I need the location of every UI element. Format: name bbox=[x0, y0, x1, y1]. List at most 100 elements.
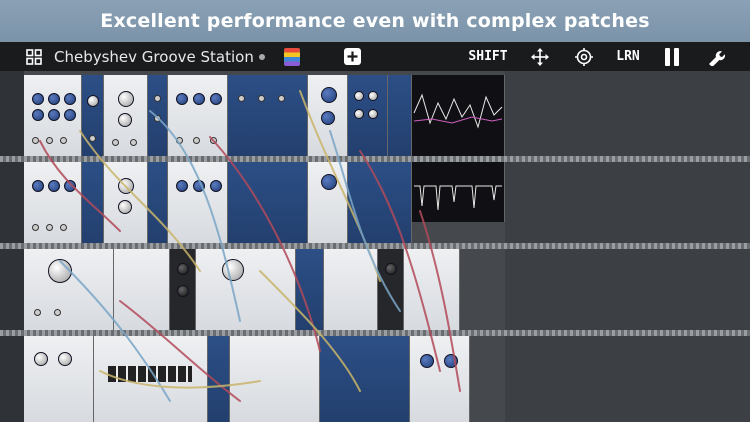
voice-module[interactable] bbox=[170, 249, 196, 330]
amount-knob[interactable] bbox=[321, 111, 335, 125]
wrench-icon[interactable] bbox=[706, 42, 726, 71]
jack[interactable] bbox=[210, 137, 217, 144]
jack[interactable] bbox=[176, 137, 183, 144]
quantizer-module[interactable] bbox=[208, 336, 230, 422]
jack[interactable] bbox=[60, 224, 67, 231]
platinum-module[interactable] bbox=[410, 336, 470, 422]
jack[interactable] bbox=[89, 135, 96, 142]
lfo-module[interactable] bbox=[82, 162, 104, 243]
module-rack[interactable] bbox=[0, 71, 750, 422]
target-icon[interactable] bbox=[574, 42, 594, 71]
fine-knob[interactable] bbox=[48, 180, 60, 192]
filter-module[interactable] bbox=[104, 162, 148, 243]
level-knob[interactable] bbox=[177, 263, 189, 275]
kick-drum-module[interactable] bbox=[24, 249, 114, 330]
jack[interactable] bbox=[112, 139, 119, 146]
decay-knob[interactable] bbox=[177, 285, 189, 297]
resonance-knob[interactable] bbox=[118, 113, 132, 127]
mixer-module[interactable] bbox=[320, 336, 410, 422]
step-knob[interactable] bbox=[354, 91, 364, 101]
drum-utility-module[interactable] bbox=[324, 249, 378, 330]
envelope-module[interactable] bbox=[148, 75, 168, 156]
mix-knob[interactable] bbox=[210, 180, 222, 192]
scope-module[interactable] bbox=[412, 162, 505, 222]
jack[interactable] bbox=[278, 95, 285, 102]
shift-button[interactable]: SHIFT bbox=[466, 42, 510, 71]
learn-button[interactable]: LRN bbox=[614, 42, 642, 71]
jack[interactable] bbox=[32, 224, 39, 231]
tone-knob[interactable] bbox=[222, 259, 244, 281]
add-module-icon[interactable] bbox=[342, 42, 362, 71]
rate-knob[interactable] bbox=[87, 95, 99, 107]
wave-knob[interactable] bbox=[64, 93, 76, 105]
pitch-knob[interactable] bbox=[48, 259, 72, 283]
drive-knob[interactable] bbox=[176, 180, 188, 192]
sample-hold-module[interactable] bbox=[296, 249, 324, 330]
scope-module[interactable] bbox=[412, 75, 505, 156]
mixer-module[interactable] bbox=[388, 75, 412, 156]
pause-icon[interactable] bbox=[662, 42, 682, 71]
jack[interactable] bbox=[130, 139, 137, 146]
smooth-knob[interactable] bbox=[321, 174, 337, 190]
bpm-knob[interactable] bbox=[34, 352, 48, 366]
matrix-module[interactable] bbox=[230, 336, 320, 422]
step-keys[interactable] bbox=[108, 366, 192, 382]
jack[interactable] bbox=[46, 137, 53, 144]
utility-module[interactable] bbox=[114, 249, 170, 330]
step-knob[interactable] bbox=[368, 109, 378, 119]
jack[interactable] bbox=[34, 309, 41, 316]
jack[interactable] bbox=[238, 95, 245, 102]
tune-knob[interactable] bbox=[32, 93, 44, 105]
jack[interactable] bbox=[32, 137, 39, 144]
clock-module[interactable] bbox=[24, 336, 94, 422]
step-knob[interactable] bbox=[368, 91, 378, 101]
swing-knob[interactable] bbox=[58, 352, 72, 366]
grid-icon[interactable] bbox=[24, 42, 44, 71]
pw-knob[interactable] bbox=[48, 109, 60, 121]
distortion-module[interactable] bbox=[168, 75, 228, 156]
mix-knob[interactable] bbox=[210, 93, 222, 105]
envelope-module[interactable] bbox=[148, 162, 168, 243]
shaper-module[interactable] bbox=[308, 162, 348, 243]
snare-module[interactable] bbox=[196, 249, 296, 330]
jack[interactable] bbox=[258, 95, 265, 102]
move-icon[interactable] bbox=[530, 42, 550, 71]
cutoff-knob[interactable] bbox=[118, 91, 134, 107]
fm-knob[interactable] bbox=[32, 109, 44, 121]
vca-module[interactable] bbox=[228, 162, 308, 243]
library-icon[interactable] bbox=[282, 42, 302, 71]
patch-title[interactable]: Chebyshev Groove Station bbox=[54, 42, 265, 71]
jack[interactable] bbox=[54, 309, 61, 316]
tune-knob[interactable] bbox=[32, 180, 44, 192]
drive-knob[interactable] bbox=[176, 93, 188, 105]
wave-knob[interactable] bbox=[64, 180, 76, 192]
drum-sequencer-module[interactable] bbox=[94, 336, 208, 422]
oscillator-module[interactable] bbox=[24, 75, 82, 156]
distortion-module[interactable] bbox=[168, 162, 228, 243]
lfo-module[interactable] bbox=[82, 75, 104, 156]
shape-knob[interactable] bbox=[193, 180, 205, 192]
filter-module[interactable] bbox=[104, 75, 148, 156]
sequencer-module[interactable] bbox=[348, 162, 412, 243]
jack[interactable] bbox=[193, 137, 200, 144]
cutoff-knob[interactable] bbox=[118, 178, 134, 194]
sync-knob[interactable] bbox=[64, 109, 76, 121]
fine-knob[interactable] bbox=[48, 93, 60, 105]
shape-knob[interactable] bbox=[193, 93, 205, 105]
volume-knob[interactable] bbox=[420, 354, 434, 368]
jack[interactable] bbox=[154, 95, 161, 102]
oscillator-module[interactable] bbox=[24, 162, 82, 243]
smooth-knob[interactable] bbox=[321, 87, 337, 103]
resonance-knob[interactable] bbox=[118, 200, 132, 214]
step-knob[interactable] bbox=[354, 109, 364, 119]
sequencer-module[interactable] bbox=[348, 75, 388, 156]
jack[interactable] bbox=[46, 224, 53, 231]
voice-module[interactable] bbox=[378, 249, 404, 330]
notes-module[interactable] bbox=[404, 249, 460, 330]
pan-knob[interactable] bbox=[444, 354, 458, 368]
vca-module[interactable] bbox=[228, 75, 308, 156]
level-knob[interactable] bbox=[385, 263, 397, 275]
jack[interactable] bbox=[60, 137, 67, 144]
shaper-module[interactable] bbox=[308, 75, 348, 156]
jack[interactable] bbox=[154, 115, 161, 122]
